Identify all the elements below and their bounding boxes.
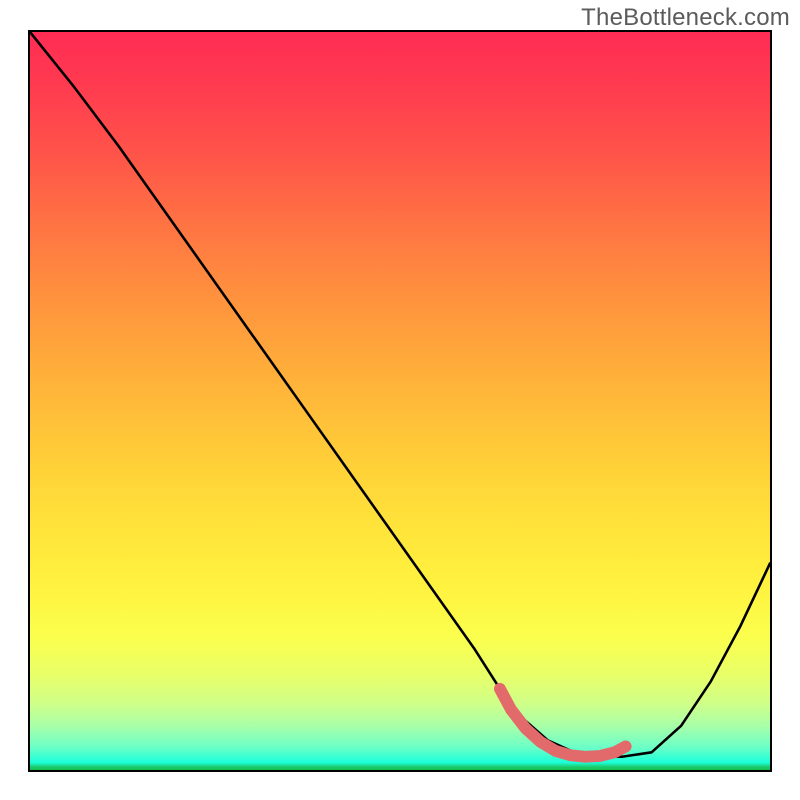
plot-area: [28, 30, 772, 772]
bottleneck-curve: [30, 32, 770, 757]
watermark-text: TheBottleneck.com: [581, 4, 790, 32]
chart-container: TheBottleneck.com: [0, 0, 800, 800]
chart-svg: [30, 32, 770, 770]
